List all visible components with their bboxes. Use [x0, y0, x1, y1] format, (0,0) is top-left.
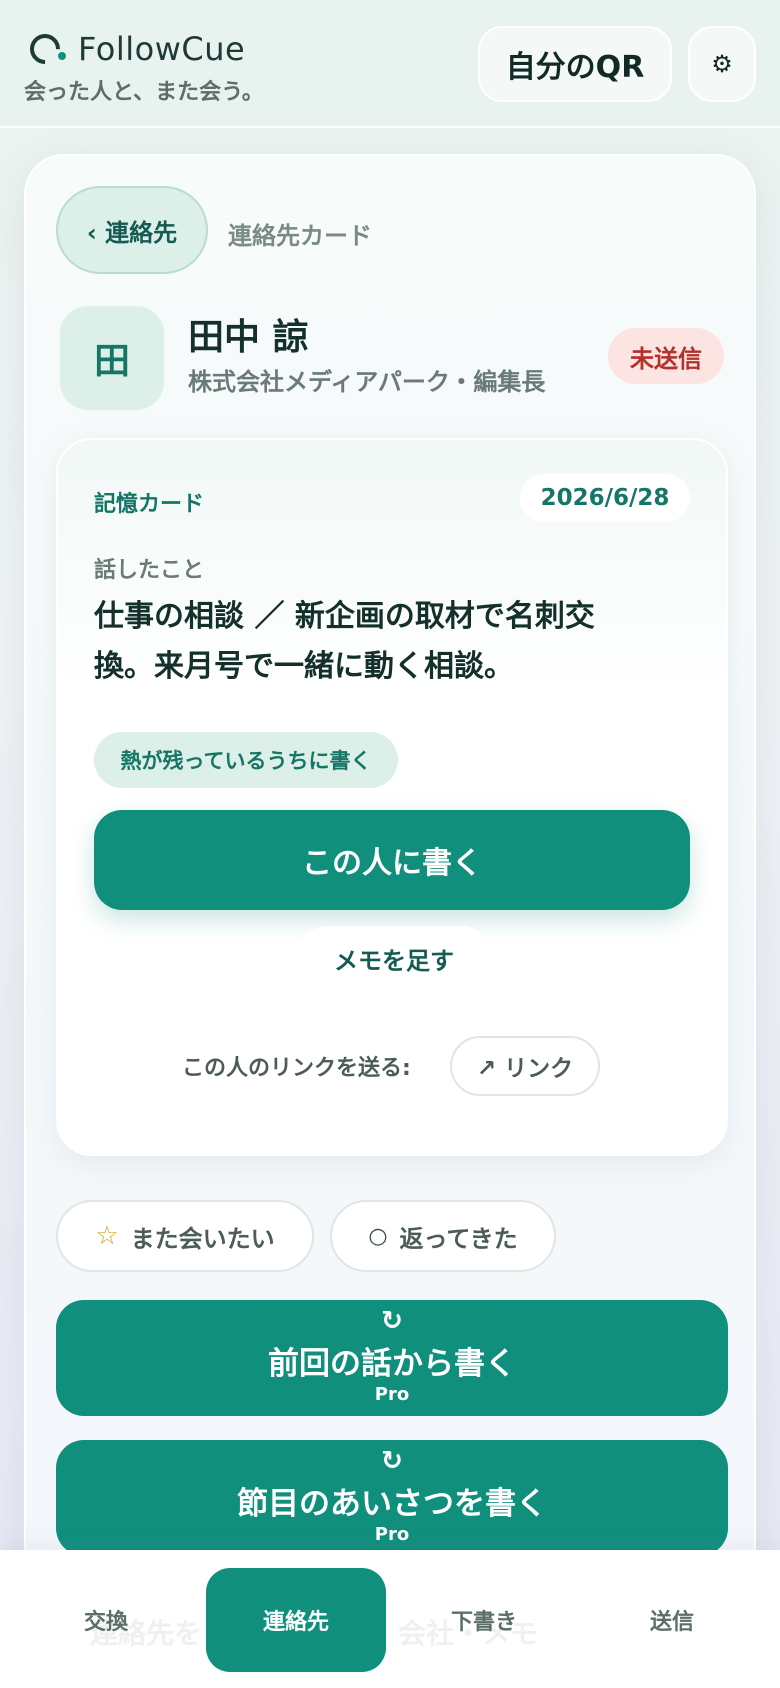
gear-icon: ⚙ — [711, 50, 733, 78]
pro-action-label: 前回の話から書く — [268, 1346, 516, 1382]
breadcrumb: 連絡先カード — [228, 222, 372, 250]
pro-badge: Pro — [374, 1524, 410, 1545]
refresh-icon: ↻ — [381, 1446, 403, 1476]
contact-card-panel: ‹ 連絡先 連絡先カード 田 田中 諒 株式会社メディアパーク・編集長 未送信 … — [24, 154, 756, 1688]
star-icon: ☆ — [95, 1221, 119, 1251]
app-header: FollowCue 会った人と、また会う。 自分のQR ⚙ — [0, 0, 780, 128]
contact-company: 株式会社メディアパーク・編集長 — [188, 368, 546, 396]
write-from-last-talk-button[interactable]: ↻ 前回の話から書く Pro — [56, 1300, 728, 1416]
tagline: 会った人と、また会う。 — [24, 80, 264, 105]
nav-item-exchange[interactable]: 交換 — [16, 1568, 196, 1672]
want-to-meet-again-toggle[interactable]: ☆ また会いたい — [56, 1200, 314, 1272]
refresh-icon: ↻ — [381, 1306, 403, 1336]
my-qr-button[interactable]: 自分のQR — [478, 26, 672, 102]
app-name: FollowCue — [78, 30, 246, 68]
pro-badge: Pro — [374, 1384, 410, 1405]
hint-chip: 熱が残っているうちに書く — [94, 732, 398, 788]
bottom-nav: 連絡先を 会社・メモ 交換 連絡先 下書き 送信 — [0, 1550, 780, 1688]
send-link-label: この人のリンクを送る: — [182, 1056, 411, 1081]
talk-text: 仕事の相談 ／ 新企画の取材で名刺交換。来月号で一緒に動く相談。 — [94, 599, 595, 684]
nav-item-contacts[interactable]: 連絡先 — [206, 1568, 386, 1672]
logo-mark-icon — [23, 27, 68, 71]
back-to-contacts-button[interactable]: ‹ 連絡先 — [56, 186, 208, 274]
write-to-person-button[interactable]: この人に書く — [94, 810, 690, 910]
toggle-label: 返ってきた — [399, 1224, 518, 1253]
send-link-button[interactable]: ↗ リンク — [450, 1036, 600, 1096]
nav-item-drafts[interactable]: 下書き — [394, 1568, 574, 1672]
memory-card: 記憶カード 2026/6/28 話したこと 仕事の相談 ／ 新企画の取材で名刺交… — [56, 438, 728, 1156]
avatar: 田 — [60, 306, 164, 410]
memory-date: 2026/6/28 — [520, 474, 690, 522]
status-badge: 未送信 — [608, 328, 724, 384]
pro-action-label: 節目のあいさつを書く — [237, 1486, 547, 1522]
got-reply-toggle[interactable]: ○ 返ってきた — [330, 1200, 556, 1272]
contact-name: 田中 諒 — [188, 317, 309, 358]
toggle-label: また会いたい — [130, 1224, 275, 1253]
logo: FollowCue — [23, 27, 246, 71]
add-memo-button[interactable]: メモを足す — [296, 926, 492, 990]
talk-label: 話したこと — [94, 558, 205, 583]
settings-button[interactable]: ⚙ — [688, 26, 756, 102]
nav-item-sent[interactable]: 送信 — [582, 1568, 762, 1672]
write-seasonal-greeting-button[interactable]: ↻ 節目のあいさつを書く Pro — [56, 1440, 728, 1556]
circle-icon: ○ — [368, 1223, 388, 1249]
memory-card-label: 記憶カード — [94, 492, 205, 517]
